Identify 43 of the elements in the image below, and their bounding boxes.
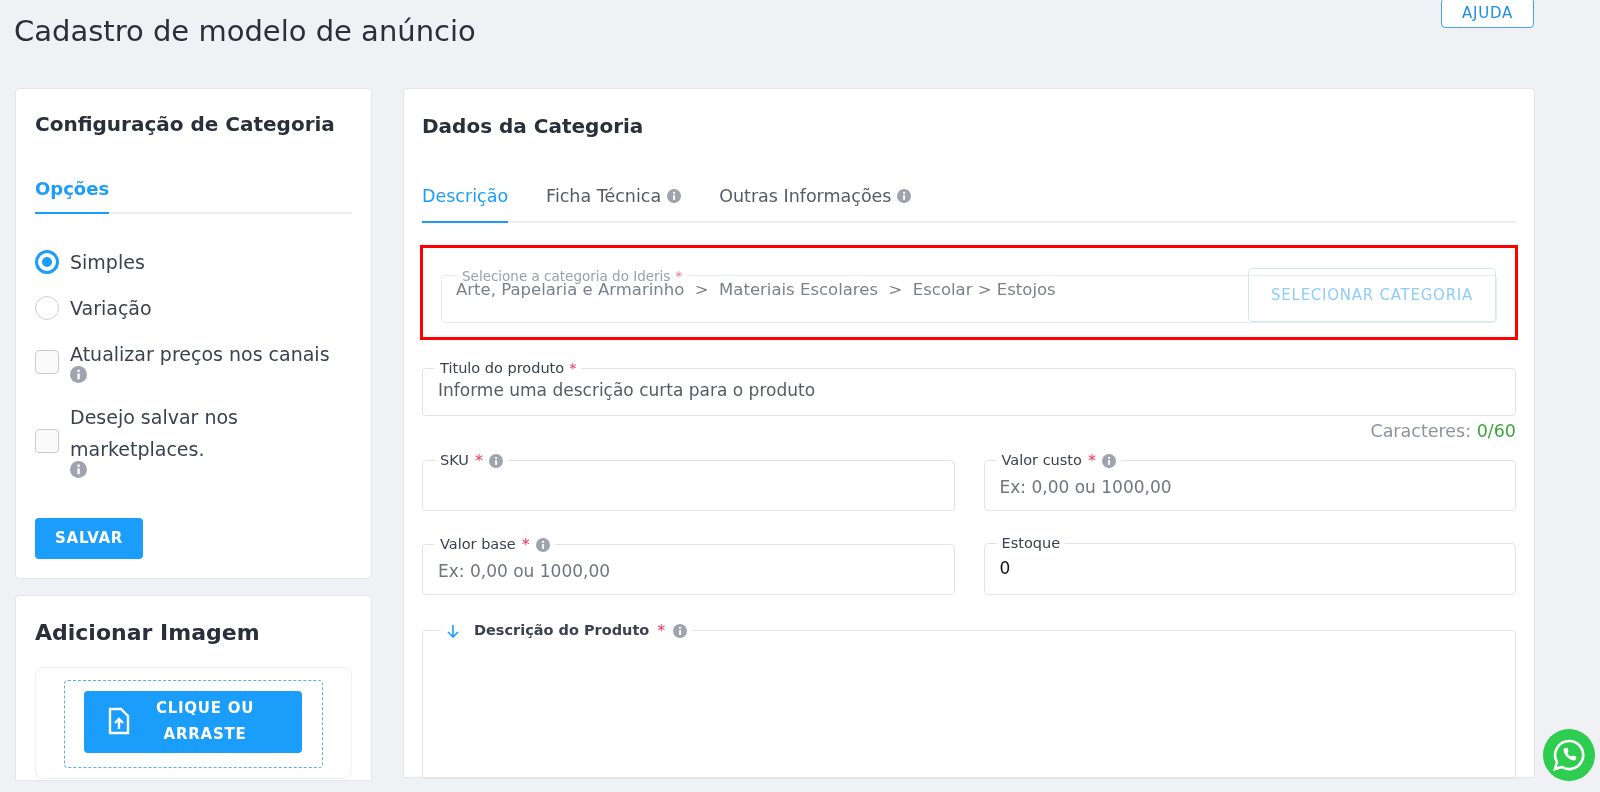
- field-label: Descrição do Produto: [474, 620, 650, 640]
- tab[interactable]: Outras Informações: [719, 182, 912, 221]
- card-title: Configuração de Categoria: [35, 110, 336, 138]
- field-label: Valor base: [440, 534, 516, 554]
- speech-bubble-phone-icon: [1552, 738, 1586, 772]
- field-placeholder: Ex: 0,00 ou 1000,00: [437, 559, 612, 583]
- field-label: Valor custo: [1001, 450, 1082, 470]
- option-label: Atualizar preços nos canais: [70, 341, 330, 367]
- option-label: Desejo salvar nos marketplaces.: [70, 404, 239, 462]
- field-placeholder: Informe uma descrição curta para o produto: [437, 378, 817, 402]
- character-counter: Caracteres: 0/60: [1370, 420, 1516, 444]
- file-upload-icon: [108, 706, 130, 735]
- info-icon[interactable]: [673, 623, 688, 638]
- required-asterisk: *: [521, 533, 530, 556]
- info-icon[interactable]: [535, 537, 550, 552]
- field-label: SKU: [440, 450, 469, 470]
- required-asterisk: *: [657, 619, 666, 642]
- required-asterisk: *: [569, 359, 577, 378]
- field-placeholder: Ex: 0,00 ou 1000,00: [998, 475, 1173, 499]
- field-label: Titulo do produto: [440, 359, 565, 378]
- info-icon[interactable]: [488, 453, 503, 468]
- info-icon[interactable]: [1101, 453, 1116, 468]
- option-label: Simples: [70, 249, 145, 275]
- info-icon[interactable]: [897, 188, 912, 203]
- checkbox[interactable]: [35, 429, 59, 453]
- required-asterisk: *: [1087, 449, 1096, 472]
- option-label: Variação: [70, 295, 152, 321]
- checkbox[interactable]: [35, 350, 59, 374]
- card-title: Dados da Categoria: [422, 112, 645, 140]
- page-title: Cadastro de modelo de anúncio: [14, 13, 476, 50]
- required-asterisk: *: [675, 266, 683, 284]
- info-icon[interactable]: [667, 188, 682, 203]
- card-title: Adicionar Imagem: [35, 618, 261, 647]
- required-asterisk: *: [474, 449, 483, 472]
- help-button[interactable]: AJUDA: [1441, 0, 1534, 28]
- field-label: Estoque: [1001, 533, 1061, 553]
- chat-button[interactable]: [1543, 729, 1595, 781]
- info-icon[interactable]: [70, 365, 87, 383]
- field-value: 0: [998, 557, 1012, 581]
- info-icon[interactable]: [70, 460, 87, 478]
- arrow-down-icon[interactable]: [446, 623, 460, 638]
- radio-button[interactable]: [35, 249, 59, 274]
- tab[interactable]: Ficha Técnica: [546, 182, 682, 221]
